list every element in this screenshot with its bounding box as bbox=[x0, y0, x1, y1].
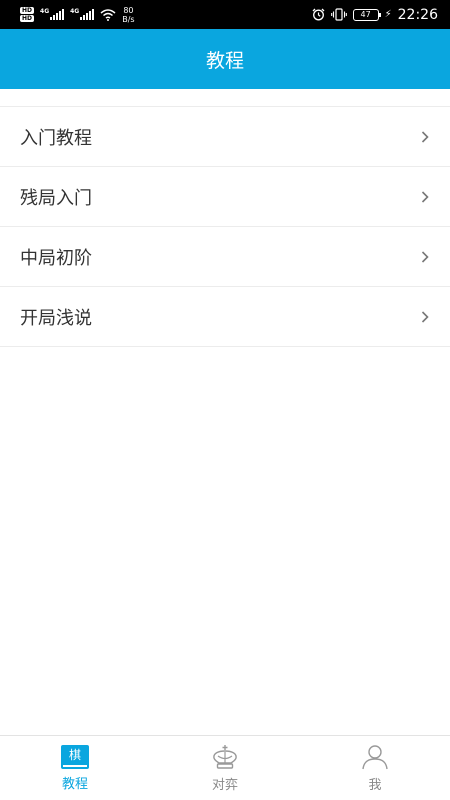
cellular-signal-1: 4G bbox=[40, 8, 65, 20]
network-speed-value: 80 bbox=[123, 5, 134, 15]
user-icon bbox=[362, 744, 388, 769]
tab-play[interactable]: 对弈 bbox=[150, 736, 300, 800]
bottom-nav: 棋 教程 对弈 我 bbox=[0, 735, 450, 800]
battery-icon: 47 bbox=[352, 8, 381, 21]
tab-label: 教程 bbox=[61, 776, 88, 792]
vibrate-icon bbox=[330, 8, 347, 21]
list-item-beginner-tutorial[interactable]: 入门教程 bbox=[0, 107, 450, 167]
hd-badge: HD bbox=[20, 7, 35, 14]
chevron-right-icon bbox=[421, 250, 429, 263]
list-item-label: 开局浅说 bbox=[20, 307, 92, 329]
list-item-middlegame-basics[interactable]: 中局初阶 bbox=[0, 227, 450, 287]
network-speed: 80 B/s bbox=[122, 6, 134, 24]
tab-label: 对弈 bbox=[211, 777, 238, 793]
signal-bars-icon bbox=[50, 9, 65, 20]
page-title: 教程 bbox=[205, 49, 244, 72]
list-item-endgame-intro[interactable]: 残局入门 bbox=[0, 167, 450, 227]
network-type-label: 4G bbox=[40, 8, 50, 15]
charging-icon: ⚡ bbox=[384, 9, 392, 20]
status-bar-left: HD HD 4G 4G 80 B/s bbox=[20, 6, 135, 24]
signal-bars-icon bbox=[80, 9, 95, 20]
tab-label: 我 bbox=[368, 777, 382, 793]
list-item-label: 中局初阶 bbox=[20, 247, 92, 269]
list-item-label: 残局入门 bbox=[20, 187, 92, 209]
tab-me[interactable]: 我 bbox=[300, 736, 450, 800]
hd-badge: HD bbox=[20, 15, 35, 22]
chevron-right-icon bbox=[421, 190, 429, 203]
chess-king-icon bbox=[213, 744, 237, 769]
chevron-right-icon bbox=[421, 130, 429, 143]
hd-indicators: HD HD bbox=[20, 7, 35, 22]
app-header: 教程 bbox=[0, 29, 450, 89]
app-screen: HD HD 4G 4G 80 B/s 47 ⚡ 22:26 教程 入门教程 残局… bbox=[0, 0, 450, 800]
network-speed-unit: B/s bbox=[122, 14, 135, 24]
tutorial-list: 入门教程 残局入门 中局初阶 开局浅说 bbox=[0, 106, 450, 347]
wifi-icon bbox=[100, 8, 116, 21]
status-bar: HD HD 4G 4G 80 B/s 47 ⚡ 22:26 bbox=[0, 0, 450, 29]
alarm-icon bbox=[312, 8, 325, 21]
cellular-signal-2: 4G bbox=[70, 8, 95, 20]
clock: 22:26 bbox=[397, 6, 438, 23]
tab-tutorial[interactable]: 棋 教程 bbox=[0, 736, 150, 800]
list-item-label: 入门教程 bbox=[20, 127, 92, 149]
status-bar-right: 47 ⚡ 22:26 bbox=[312, 7, 438, 23]
chevron-right-icon bbox=[421, 310, 429, 323]
list-item-opening-overview[interactable]: 开局浅说 bbox=[0, 287, 450, 347]
network-type-label: 4G bbox=[70, 8, 80, 15]
book-icon: 棋 bbox=[61, 744, 89, 769]
